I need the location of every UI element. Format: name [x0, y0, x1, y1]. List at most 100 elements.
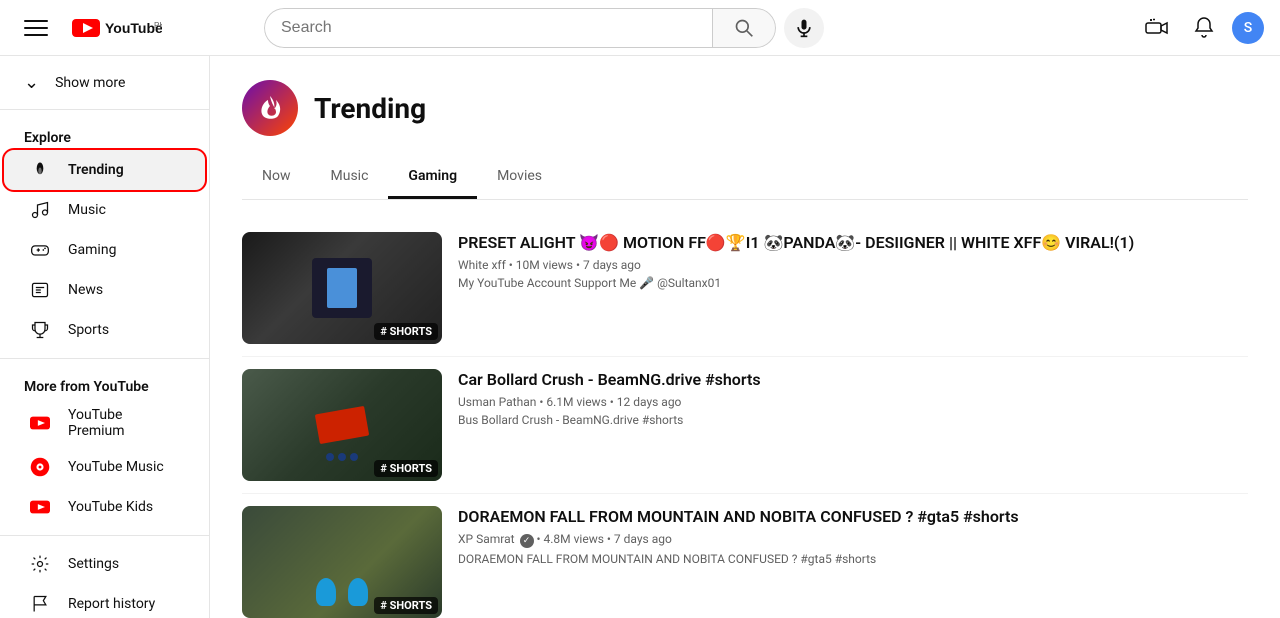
video-desc-2: Bus Bollard Crush - BeamNG.drive #shorts	[458, 413, 1248, 427]
main-content: Trending Now Music Gaming Movies	[210, 56, 1280, 618]
youtube-kids-label: YouTube Kids	[68, 499, 153, 515]
news-icon	[28, 278, 52, 302]
settings-icon	[28, 552, 52, 576]
thumbnail-2: # SHORTS	[242, 369, 442, 481]
sports-icon	[28, 318, 52, 342]
youtube-logo-svg: YouTube PK	[72, 18, 162, 38]
sidebar-item-trending[interactable]: Trending	[4, 150, 205, 190]
thumbnail-wrap-1[interactable]: # SHORTS	[242, 232, 442, 344]
gaming-icon	[28, 238, 52, 262]
video-desc-1: My YouTube Account Support Me 🎤 @Sultanx…	[458, 276, 1248, 290]
tab-now[interactable]: Now	[242, 156, 311, 199]
trending-header: Trending	[242, 80, 1248, 136]
trending-title: Trending	[314, 92, 426, 125]
youtube-premium-label: YouTube Premium	[68, 407, 181, 439]
sidebar-gaming-label: Gaming	[68, 242, 116, 258]
tab-music[interactable]: Music	[311, 156, 389, 199]
search-input-wrap	[264, 8, 712, 48]
thumbnail-3: # SHORTS	[242, 506, 442, 618]
thumbnail-wrap-3[interactable]: # SHORTS	[242, 506, 442, 618]
video-title-1: PRESET ALIGHT 😈🔴 MOTION FF🔴🏆I1 🐼PANDA🐼- …	[458, 232, 1248, 254]
sidebar-item-youtube-premium[interactable]: YouTube Premium	[4, 399, 205, 447]
video-meta-1: White xff • 10M views • 7 days ago	[458, 258, 1248, 272]
sidebar-item-news[interactable]: News	[4, 270, 205, 310]
sidebar-item-report[interactable]: Report history	[4, 584, 205, 618]
trending-tabs: Now Music Gaming Movies	[242, 156, 1248, 200]
header-left: YouTube PK	[16, 8, 256, 48]
more-from-youtube-label: More from YouTube	[0, 367, 209, 399]
video-info-2: Car Bollard Crush - BeamNG.drive #shorts…	[458, 369, 1248, 481]
youtube-kids-icon	[28, 495, 52, 519]
tab-movies[interactable]: Movies	[477, 156, 562, 199]
video-info-3: DORAEMON FALL FROM MOUNTAIN AND NOBITA C…	[458, 506, 1248, 618]
video-meta-2: Usman Pathan • 6.1M views • 12 days ago	[458, 395, 1248, 409]
search-combined	[264, 8, 776, 48]
youtube-music-icon	[28, 455, 52, 479]
hamburger-icon	[24, 16, 48, 40]
thumbnail-1: # SHORTS	[242, 232, 442, 344]
yt-kids-logo	[30, 500, 50, 514]
video-item-2: # SHORTS Car Bollard Crush - BeamNG.driv…	[242, 357, 1248, 494]
youtube-music-label: YouTube Music	[68, 459, 164, 475]
video-info-1: PRESET ALIGHT 😈🔴 MOTION FF🔴🏆I1 🐼PANDA🐼- …	[458, 232, 1248, 344]
gamepad-icon	[30, 240, 50, 260]
sidebar-divider-1	[0, 109, 209, 110]
video-meta-3: XP Samrat ✓ • 4.8M views • 7 days ago	[458, 532, 1248, 548]
youtube-logo[interactable]: YouTube PK	[72, 18, 162, 38]
create-button[interactable]	[1136, 8, 1176, 48]
search-submit-button[interactable]	[712, 8, 776, 48]
notification-button[interactable]	[1184, 8, 1224, 48]
trophy-icon	[30, 320, 50, 340]
yt-music-logo	[30, 457, 50, 477]
show-more-label: Show more	[55, 75, 125, 91]
flag-icon	[30, 594, 50, 614]
menu-button[interactable]	[16, 8, 56, 48]
newspaper-icon	[30, 280, 50, 300]
search-icon	[734, 18, 754, 38]
create-icon	[1144, 16, 1168, 40]
sidebar-news-label: News	[68, 282, 103, 298]
sidebar-item-sports[interactable]: Sports	[4, 310, 205, 350]
header-right: S	[1136, 8, 1264, 48]
sidebar: ⌄ Show more Explore Trending	[0, 56, 210, 618]
bell-icon	[1192, 16, 1216, 40]
yt-red-logo	[30, 416, 50, 430]
gear-icon	[30, 554, 50, 574]
mic-button[interactable]	[784, 8, 824, 48]
video-title-2: Car Bollard Crush - BeamNG.drive #shorts	[458, 369, 1248, 391]
sidebar-divider-3	[0, 535, 209, 536]
music-icon	[28, 198, 52, 222]
show-more[interactable]: ⌄ Show more	[0, 64, 209, 101]
mic-icon	[794, 18, 814, 38]
sidebar-item-settings[interactable]: Settings	[4, 544, 205, 584]
verified-icon-3: ✓	[520, 534, 534, 548]
sidebar-item-youtube-music[interactable]: YouTube Music	[4, 447, 205, 487]
thumbnail-wrap-2[interactable]: # SHORTS	[242, 369, 442, 481]
tab-gaming[interactable]: Gaming	[388, 156, 477, 199]
avatar[interactable]: S	[1232, 12, 1264, 44]
sidebar-item-music[interactable]: Music	[4, 190, 205, 230]
trending-flame-icon	[254, 92, 286, 124]
video-title-3: DORAEMON FALL FROM MOUNTAIN AND NOBITA C…	[458, 506, 1248, 528]
sidebar-item-youtube-kids[interactable]: YouTube Kids	[4, 487, 205, 527]
video-item-3: # SHORTS DORAEMON FALL FROM MOUNTAIN AND…	[242, 494, 1248, 618]
video-item-1: # SHORTS PRESET ALIGHT 😈🔴 MOTION FF🔴🏆I1 …	[242, 220, 1248, 357]
sidebar-music-label: Music	[68, 202, 106, 218]
body: ⌄ Show more Explore Trending	[0, 56, 1280, 618]
chevron-down-icon: ⌄	[24, 72, 39, 93]
search-input[interactable]	[281, 19, 696, 37]
trending-icon-circle	[242, 80, 298, 136]
note-icon	[30, 200, 50, 220]
report-label: Report history	[68, 596, 155, 612]
sidebar-item-gaming[interactable]: Gaming	[4, 230, 205, 270]
svg-text:PK: PK	[154, 21, 162, 30]
report-icon	[28, 592, 52, 616]
settings-label: Settings	[68, 556, 119, 572]
sidebar-sports-label: Sports	[68, 322, 109, 338]
sidebar-trending-label: Trending	[68, 162, 124, 178]
trending-icon	[28, 158, 52, 182]
explore-section-title: Explore	[0, 118, 209, 150]
video-list: # SHORTS PRESET ALIGHT 😈🔴 MOTION FF🔴🏆I1 …	[242, 220, 1248, 618]
sidebar-divider-2	[0, 358, 209, 359]
search-section	[264, 8, 824, 48]
